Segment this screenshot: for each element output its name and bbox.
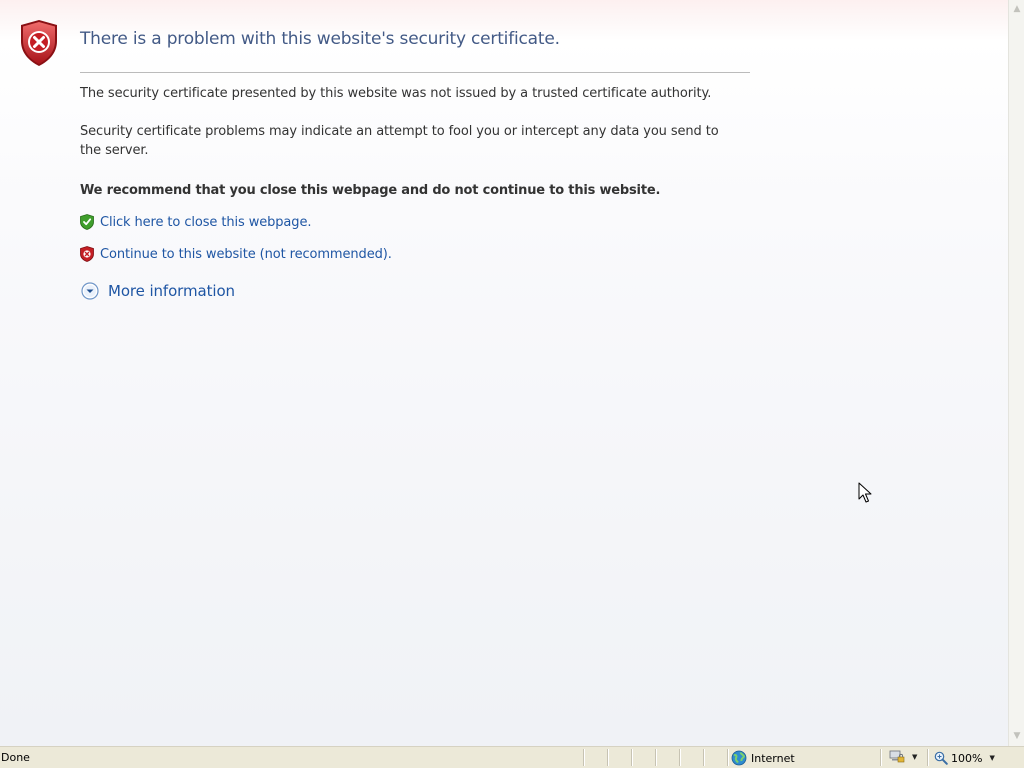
close-webpage-option[interactable]: Click here to close this webpage. — [80, 212, 311, 232]
scroll-up-icon[interactable]: ▲ — [1011, 3, 1023, 15]
zone-label: Internet — [751, 751, 795, 765]
status-bar: Done Internet ▼ 100% ▼ — [0, 746, 1024, 768]
computer-lock-icon — [889, 750, 905, 763]
vertical-scrollbar[interactable]: ▲ ▼ — [1008, 0, 1024, 746]
expand-chevron-icon — [81, 282, 99, 300]
status-divider — [607, 749, 608, 766]
continue-website-link[interactable]: Continue to this website (not recommende… — [100, 247, 392, 262]
status-divider — [927, 749, 928, 766]
shield-error-icon — [21, 20, 57, 66]
more-information-toggle[interactable]: More information — [81, 280, 235, 302]
shield-x-icon — [80, 246, 94, 262]
more-information-label: More information — [108, 282, 235, 300]
status-divider — [655, 749, 656, 766]
certificate-untrusted-text: The security certificate presented by th… — [80, 86, 712, 101]
recommendation-text: We recommend that you close this webpage… — [80, 183, 661, 198]
status-divider — [679, 749, 680, 766]
close-webpage-link[interactable]: Click here to close this webpage. — [100, 215, 311, 230]
status-divider — [631, 749, 632, 766]
security-zone[interactable]: Internet — [731, 749, 795, 767]
protected-mode-indicator[interactable]: ▼ — [889, 750, 917, 764]
certificate-error-page: There is a problem with this website's s… — [0, 0, 1008, 746]
divider — [80, 72, 750, 73]
status-divider — [703, 749, 704, 766]
chevron-down-icon[interactable]: ▼ — [912, 753, 917, 761]
page-title: There is a problem with this website's s… — [80, 29, 560, 49]
magnifier-icon — [934, 751, 948, 765]
status-text: Done — [1, 751, 30, 764]
scroll-down-icon[interactable]: ▼ — [1011, 730, 1023, 742]
zoom-level: 100% — [951, 751, 983, 765]
mouse-pointer-icon — [858, 482, 872, 503]
continue-website-option[interactable]: Continue to this website (not recommende… — [80, 244, 392, 264]
status-divider — [583, 749, 584, 766]
zoom-control[interactable]: 100% ▼ — [934, 749, 995, 767]
shield-check-icon — [80, 214, 94, 230]
status-divider — [880, 749, 881, 766]
status-divider — [727, 749, 728, 766]
certificate-warning-text: Security certificate problems may indica… — [80, 124, 719, 158]
globe-icon — [731, 750, 747, 766]
chevron-down-icon[interactable]: ▼ — [989, 754, 994, 762]
